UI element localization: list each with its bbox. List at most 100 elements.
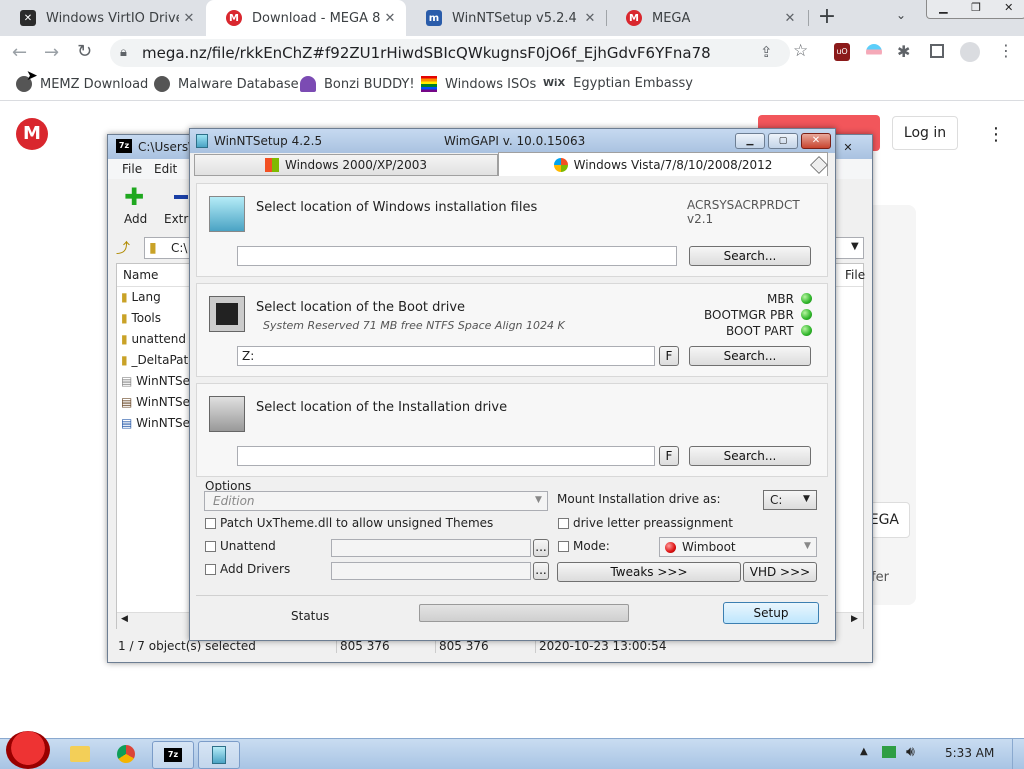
install-files-search-button[interactable]: Search... bbox=[689, 246, 811, 266]
add-icon[interactable]: ✚ bbox=[124, 185, 144, 209]
taskbar-7zip[interactable]: 7z bbox=[152, 741, 194, 769]
restore-icon[interactable]: ❐ bbox=[960, 0, 993, 18]
maximize-button[interactable]: ▢ bbox=[768, 133, 798, 149]
unattend-path-field[interactable] bbox=[331, 539, 531, 557]
close-tab-icon[interactable]: ✕ bbox=[580, 11, 600, 26]
msfn-icon: m bbox=[426, 10, 442, 26]
reload-icon[interactable]: ↻ bbox=[77, 41, 92, 62]
show-desktop-button[interactable] bbox=[1012, 739, 1024, 769]
boot-drive-input[interactable]: Z: bbox=[237, 346, 655, 366]
file-row[interactable]: ▮ unattend bbox=[121, 332, 186, 346]
menu-edit[interactable]: Edit bbox=[154, 162, 177, 176]
mount-drive-select[interactable]: C: ▼ bbox=[763, 490, 817, 510]
file-row[interactable]: ▮ _DeltaPat bbox=[121, 353, 188, 367]
mode-select[interactable]: Wimboot ▼ bbox=[659, 537, 817, 557]
minimize-button[interactable]: ▁ bbox=[735, 133, 765, 149]
tab-winntsetup[interactable]: m WinNTSetup v5.2.4 - In ✕ bbox=[406, 0, 606, 36]
close-icon[interactable]: ✕ bbox=[836, 141, 860, 155]
tab-mega-download[interactable]: M Download - MEGA 87% ✕ bbox=[206, 0, 406, 36]
tray-expand-icon[interactable]: ▲ bbox=[860, 746, 868, 757]
mode-label: Mode: bbox=[573, 539, 610, 553]
ublock-icon[interactable]: uO bbox=[834, 43, 850, 61]
lock-icon: 🔒︎ bbox=[120, 45, 127, 60]
drivers-browse-button[interactable]: ... bbox=[533, 562, 549, 580]
close-button[interactable]: ✕ bbox=[801, 133, 831, 149]
install-drive-search-button[interactable]: Search... bbox=[689, 446, 811, 466]
install-drive-panel: Select location of the Installation driv… bbox=[196, 383, 828, 477]
bookmark-bonzi-buddy[interactable]: Bonzi BUDDY! bbox=[300, 76, 415, 92]
dropdown-arrow-icon[interactable]: ▼ bbox=[851, 241, 859, 252]
tab-virtio[interactable]: ✕ Windows VirtIO Drivers ✕ bbox=[0, 0, 205, 36]
close-tab-icon[interactable]: ✕ bbox=[380, 11, 400, 26]
taskbar-chrome[interactable] bbox=[106, 741, 146, 767]
add-button[interactable]: Add bbox=[124, 212, 147, 226]
bookmark-star-icon[interactable]: ☆ bbox=[793, 41, 808, 61]
tab-mega[interactable]: M MEGA ✕ bbox=[606, 0, 806, 36]
back-icon[interactable]: ← bbox=[12, 42, 27, 63]
vhd-button[interactable]: VHD >>> bbox=[743, 562, 817, 582]
menu-file[interactable]: File bbox=[122, 162, 142, 176]
file-icon: ▤ bbox=[121, 416, 133, 430]
scroll-right-icon[interactable]: ▶ bbox=[851, 614, 858, 624]
tweaks-button[interactable]: Tweaks >>> bbox=[557, 562, 741, 582]
bookmark-windows-isos[interactable]: Windows ISOs bbox=[421, 76, 536, 92]
close-tab-icon[interactable]: ✕ bbox=[179, 11, 199, 26]
file-icon: ▤ bbox=[121, 395, 133, 409]
new-tab-button[interactable]: + bbox=[815, 4, 839, 30]
bookmark-malware-database[interactable]: Malware Database bbox=[154, 76, 299, 92]
boot-drive-search-button[interactable]: Search... bbox=[689, 346, 811, 366]
file-row[interactable]: ▮ Tools bbox=[121, 311, 161, 325]
install-drive-input[interactable] bbox=[237, 446, 655, 466]
add-drivers-checkbox[interactable] bbox=[205, 564, 216, 575]
taskbar-explorer[interactable] bbox=[60, 741, 100, 767]
mega-logo[interactable]: M bbox=[16, 118, 48, 150]
sidepanel-icon[interactable] bbox=[930, 44, 944, 58]
mega-menu-icon[interactable]: ⋮ bbox=[987, 124, 1005, 145]
column-file[interactable]: File bbox=[845, 268, 865, 282]
volume-icon[interactable]: 🔊︎ bbox=[906, 744, 915, 760]
forward-icon[interactable]: → bbox=[44, 42, 59, 63]
scroll-left-icon[interactable]: ◀ bbox=[121, 614, 128, 624]
drivers-path-field[interactable] bbox=[331, 562, 531, 580]
taskbar-winntsetup[interactable] bbox=[198, 741, 240, 769]
unattend-browse-button[interactable]: ... bbox=[533, 539, 549, 557]
tab-windows-vista[interactable]: Windows Vista/7/8/10/2008/2012 bbox=[498, 152, 828, 176]
sevenzip-icon: 7z bbox=[164, 748, 182, 762]
unattend-checkbox[interactable] bbox=[205, 541, 216, 552]
mode-checkbox[interactable] bbox=[558, 541, 569, 552]
puzzle-icon[interactable]: ✱ bbox=[897, 42, 910, 61]
wimboot-icon bbox=[665, 542, 676, 553]
setup-button[interactable]: Setup bbox=[723, 602, 819, 624]
clock[interactable]: 5:33 AM bbox=[945, 746, 994, 760]
file-row[interactable]: ▮ Lang bbox=[121, 290, 161, 304]
profile-icon[interactable] bbox=[960, 42, 980, 62]
globe-icon bbox=[154, 76, 170, 92]
boot-drive-format-button[interactable]: F bbox=[659, 346, 679, 366]
file-row[interactable]: ▤ WinNTSe bbox=[121, 416, 190, 430]
extract-icon[interactable] bbox=[174, 195, 188, 199]
share-icon[interactable]: ⇪ bbox=[760, 43, 773, 61]
network-icon[interactable] bbox=[882, 746, 896, 758]
edition-select[interactable]: Edition ▼ bbox=[204, 491, 548, 511]
install-files-input[interactable] bbox=[237, 246, 677, 266]
minimize-icon[interactable]: ▁ bbox=[927, 0, 960, 18]
patch-uxtheme-checkbox[interactable] bbox=[205, 518, 216, 529]
bookmark-egyptian-embassy[interactable]: WiX Egyptian Embassy bbox=[543, 76, 693, 91]
install-drive-format-button[interactable]: F bbox=[659, 446, 679, 466]
extension-icon[interactable] bbox=[866, 44, 882, 60]
mouse-cursor-icon: ➤ bbox=[26, 68, 38, 84]
bookmarks-bar: MEMZ Download Malware Database Bonzi BUD… bbox=[0, 68, 1024, 101]
tab-search-icon[interactable]: ⌄ bbox=[896, 8, 906, 22]
patch-uxtheme-label: Patch UxTheme.dll to allow unsigned Them… bbox=[220, 516, 494, 530]
close-tab-icon[interactable]: ✕ bbox=[780, 11, 800, 26]
login-button[interactable]: Log in bbox=[892, 116, 958, 150]
file-row[interactable]: ▤ WinNTSe bbox=[121, 395, 190, 409]
column-name[interactable]: Name bbox=[123, 268, 158, 282]
url-field[interactable]: 🔒︎ mega.nz/file/rkkEnChZ#f92ZU1rHiwdSBIc… bbox=[110, 39, 790, 67]
drive-letter-checkbox[interactable] bbox=[558, 518, 569, 529]
folder-up-icon[interactable]: ⤴ bbox=[116, 238, 138, 258]
start-button[interactable] bbox=[6, 731, 50, 769]
close-icon[interactable]: ✕ bbox=[992, 0, 1024, 18]
menu-kebab-icon[interactable]: ⋮ bbox=[998, 41, 1014, 60]
tab-windows-xp[interactable]: Windows 2000/XP/2003 bbox=[194, 154, 498, 176]
